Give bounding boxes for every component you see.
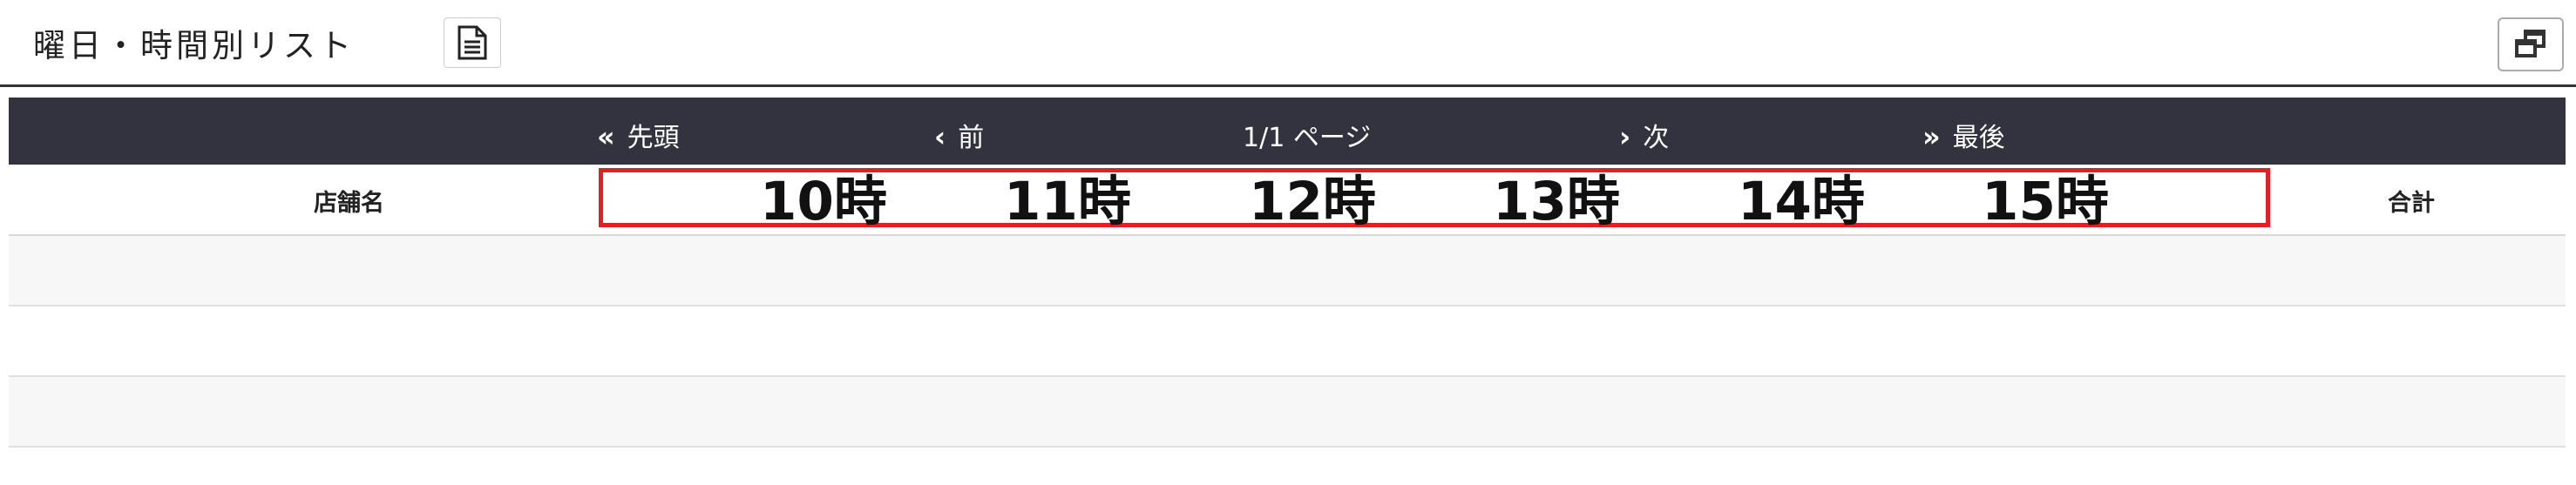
hour-header[interactable]: 11時 (1004, 175, 1131, 229)
hour-columns-highlight: 10時 11時 12時 13時 14時 15時 (599, 168, 2270, 229)
hour-header[interactable]: 10時 (760, 175, 887, 229)
first-page-label: 先頭 (627, 123, 680, 153)
double-chevron-left-icon: « (597, 120, 615, 153)
double-chevron-right-icon: » (1922, 120, 1941, 153)
prev-page-button[interactable]: ‹ 前 (934, 116, 984, 154)
document-button[interactable] (444, 17, 501, 68)
page-title: 曜日・時間別リスト (33, 27, 355, 64)
chevron-left-icon: ‹ (934, 120, 946, 153)
next-page-button[interactable]: › 次 (1619, 116, 1669, 154)
chevron-right-icon: › (1619, 120, 1631, 153)
table-row (9, 306, 2566, 377)
hour-header[interactable]: 13時 (1493, 175, 1620, 229)
hour-header[interactable]: 14時 (1738, 175, 1865, 229)
prev-page-label: 前 (958, 123, 985, 153)
first-page-button[interactable]: « 先頭 (597, 116, 680, 154)
table-row (9, 377, 2566, 448)
table-row (9, 236, 2566, 306)
restore-window-icon (2515, 30, 2545, 57)
last-page-button[interactable]: » 最後 (1922, 116, 2005, 154)
hour-header[interactable]: 12時 (1249, 175, 1376, 229)
store-name-header[interactable]: 店舗名 (314, 184, 384, 218)
last-page-label: 最後 (1952, 123, 2005, 153)
restore-window-button[interactable] (2498, 17, 2564, 71)
next-page-label: 次 (1643, 123, 1670, 153)
total-header[interactable]: 合計 (2388, 184, 2435, 218)
page-info: 1/1 ページ (1243, 123, 1372, 153)
hour-header[interactable]: 15時 (1982, 175, 2109, 229)
page-header: 曜日・時間別リスト (0, 0, 2576, 87)
pagination-bar: «先頭 ‹ 前 1/1 ページ › 次 » 最後 (9, 98, 2566, 165)
document-icon (458, 25, 487, 60)
table-header-row: 店舗名 10時 11時 12時 13時 14時 15時 合計 (9, 165, 2566, 236)
